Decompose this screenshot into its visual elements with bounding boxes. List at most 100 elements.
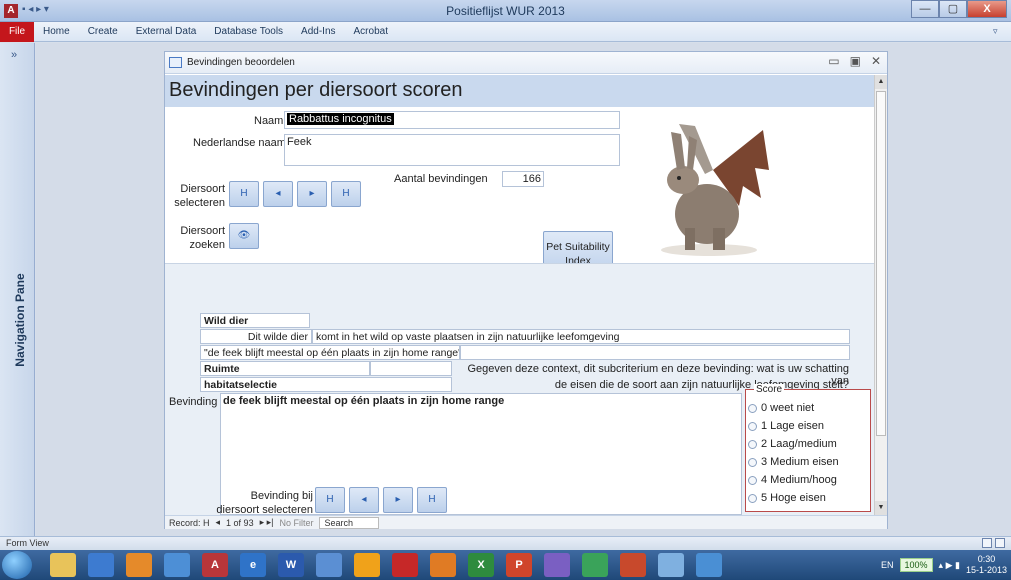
criterion-extra-field[interactable] (370, 361, 452, 376)
record-first-button[interactable]: Record: H (169, 518, 210, 528)
form-icon (169, 57, 182, 68)
system-tray: EN 100% ▴ ▶ ▮ 0:30 15-1-2013 (881, 550, 1011, 580)
scroll-up-icon[interactable]: ▲ (875, 75, 887, 89)
form-view-icon[interactable] (982, 538, 992, 548)
form-window-controls: ▭ ▣ ✕ (828, 54, 881, 68)
aantal-bevindingen-field[interactable]: 166 (502, 171, 544, 187)
subcriterion-field[interactable]: habitatselectie (200, 377, 452, 392)
tab-external-data[interactable]: External Data (127, 26, 206, 37)
app-icon[interactable] (316, 553, 342, 577)
close-button[interactable]: X (967, 0, 1007, 18)
excel-icon[interactable]: X (468, 553, 494, 577)
onenote-icon[interactable] (164, 553, 190, 577)
diersoort-selecteren-label-line1: Diersoort (180, 183, 225, 195)
explorer-icon[interactable] (50, 553, 76, 577)
media-icon[interactable] (354, 553, 380, 577)
quote-field[interactable]: "de feek blijft meestal op één plaats in… (200, 345, 460, 360)
acrobat-icon[interactable] (392, 553, 418, 577)
ribbon-tabs: File Home Create External Data Database … (0, 21, 1011, 42)
record-prev-button[interactable]: ◂ (216, 517, 221, 528)
form-heading: Bevindingen per diersoort scoren (169, 79, 463, 101)
tab-acrobat[interactable]: Acrobat (345, 26, 397, 37)
nav-pane-label[interactable]: Navigation Pane (13, 255, 27, 385)
bevinding-next-button[interactable]: ▸ (383, 487, 413, 513)
ribbon-expand-icon[interactable]: ▿ (993, 26, 1003, 36)
app-green-icon[interactable] (582, 553, 608, 577)
diersoort-next-button[interactable]: ▸ (297, 181, 327, 207)
office-icon[interactable] (126, 553, 152, 577)
clock-date: 15-1-2013 (965, 565, 1007, 575)
record-next-button[interactable]: ▸ ▸| (260, 517, 274, 528)
bevinding-prev-button[interactable]: ◂ (349, 487, 379, 513)
zoom-indicator[interactable]: 100% (899, 558, 933, 572)
diersoort-zoeken-label-line1: Diersoort (180, 225, 225, 237)
diersoort-selecteren-label-line2: selecteren (174, 197, 225, 209)
filter-indicator[interactable]: No Filter (279, 518, 313, 528)
app-tools-icon[interactable] (658, 553, 684, 577)
tab-create[interactable]: Create (79, 26, 127, 37)
tray-icons[interactable]: ▴ ▶ ▮ (939, 560, 960, 571)
nederlandse-naam-field[interactable]: Feek (284, 134, 620, 166)
score-option-1[interactable]: 1 Lage eisen (748, 420, 824, 432)
title-bar: A ▪ ◂ ▸ ▾ Positieflijst WUR 2013 — ▢ X (0, 0, 1011, 22)
form-header-band: Bevindingen per diersoort scoren (165, 75, 875, 107)
naam-value: Rabbattus incognitus (287, 113, 394, 125)
diersoort-zoeken-label-line2: zoeken (189, 239, 225, 251)
score-option-3[interactable]: 3 Medium eisen (748, 456, 839, 468)
minimize-button[interactable]: — (911, 0, 939, 18)
criterion-field[interactable]: Ruimte (200, 361, 370, 376)
scroll-down-icon[interactable]: ▼ (875, 501, 887, 515)
form-vertical-scrollbar[interactable]: ▲ ▼ (874, 75, 887, 515)
naam-label: Naam (254, 115, 284, 127)
language-indicator[interactable]: EN (881, 560, 894, 570)
access-taskbar-icon[interactable]: A (202, 553, 228, 577)
radio-icon (748, 403, 757, 413)
layout-view-icon[interactable] (995, 538, 1005, 548)
record-position[interactable]: 1 of 93 (226, 518, 254, 528)
clock-time: 0:30 (977, 554, 996, 564)
tab-database-tools[interactable]: Database Tools (205, 26, 292, 37)
windows-taskbar: A e W X P EN 100% ▴ ▶ ▮ 0:30 15-1-2013 (0, 550, 1011, 580)
internet-explorer-icon[interactable]: e (240, 553, 266, 577)
score-option-5[interactable]: 5 Hoge eisen (748, 492, 826, 504)
bevinding-selecteren-label-line2: diersoort selecteren (216, 504, 313, 515)
app-purple-icon[interactable] (544, 553, 570, 577)
diersoort-prev-button[interactable]: ◂ (263, 181, 293, 207)
clock[interactable]: 0:30 15-1-2013 (966, 554, 1007, 576)
maximize-button[interactable]: ▢ (939, 0, 967, 18)
score-option-2[interactable]: 2 Laag/medium (748, 438, 837, 450)
bevinding-last-button[interactable]: H (417, 487, 447, 513)
start-button-icon[interactable] (2, 551, 32, 579)
tab-file[interactable]: File (0, 21, 34, 42)
radio-icon (748, 421, 757, 431)
form-close-button[interactable]: ✕ (871, 54, 881, 68)
score-option-label: 0 weet niet (761, 402, 815, 414)
tab-home[interactable]: Home (34, 26, 79, 37)
scroll-thumb[interactable] (876, 91, 886, 436)
tab-add-ins[interactable]: Add-Ins (292, 26, 344, 37)
diersoort-first-button[interactable]: H (229, 181, 259, 207)
category-text-field[interactable]: komt in het wild op vaste plaatsen in zi… (312, 329, 850, 344)
word-icon[interactable]: W (278, 553, 304, 577)
app-red-icon[interactable] (620, 553, 646, 577)
form-minimize-button[interactable]: ▭ (828, 54, 839, 68)
nav-pane-toggle[interactable]: » (11, 49, 17, 61)
record-search-input[interactable]: Search (319, 516, 380, 529)
species-picture (643, 110, 773, 262)
category-field[interactable]: Wild dier (200, 313, 310, 328)
status-bar: Form View (0, 536, 1011, 550)
diersoort-last-button[interactable]: H (331, 181, 361, 207)
naam-field[interactable]: Rabbattus incognitus (284, 111, 620, 129)
powerpoint-icon[interactable]: P (506, 553, 532, 577)
diersoort-zoeken-button[interactable]: 👁 (229, 223, 259, 249)
score-option-4[interactable]: 4 Medium/hoog (748, 474, 837, 486)
app-blue-icon[interactable] (696, 553, 722, 577)
bevinding-first-button[interactable]: H (315, 487, 345, 513)
app-orange-icon[interactable] (430, 553, 456, 577)
bevinding-selecteren-label-line1: Bevinding bij (250, 490, 313, 502)
form-restore-button[interactable]: ▣ (850, 54, 861, 68)
score-option-0[interactable]: 0 weet niet (748, 402, 814, 414)
score-option-group: Score 0 weet niet 1 Lage eisen 2 Laag/me… (745, 384, 871, 512)
quote-extra-field[interactable] (460, 345, 850, 360)
outlook-icon[interactable] (88, 553, 114, 577)
